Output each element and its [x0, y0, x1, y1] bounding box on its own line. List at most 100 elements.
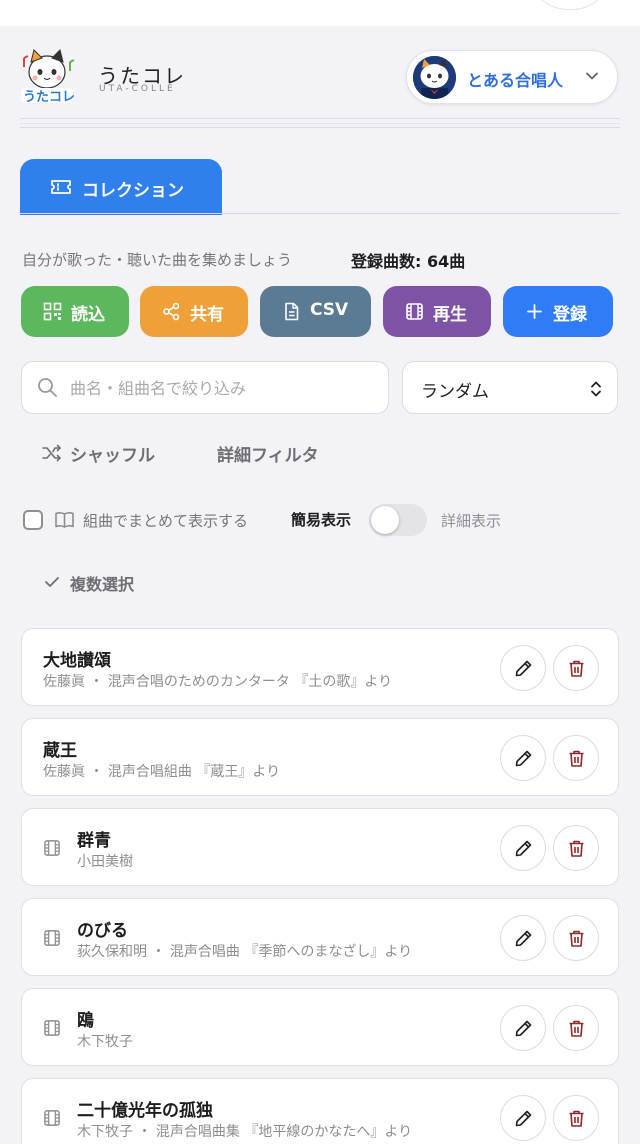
trash-icon — [569, 660, 584, 677]
cat-avatar-icon — [413, 56, 456, 99]
brand-subtitle: UTA-COLLE — [99, 84, 176, 94]
detail-view-label: 詳細表示 — [441, 512, 502, 530]
group-by-suite-label: 組曲でまとめて表示する — [83, 512, 249, 530]
add-button[interactable]: 登録 — [503, 286, 613, 337]
multi-select-button[interactable]: 複数選択 — [44, 571, 134, 595]
edit-button[interactable] — [500, 825, 546, 871]
pencil-icon — [515, 930, 532, 947]
delete-button[interactable] — [553, 825, 599, 871]
detail-filter-button[interactable]: 詳細フィルタ — [217, 441, 319, 466]
delete-button[interactable] — [553, 735, 599, 781]
pencil-icon — [515, 840, 532, 857]
share-icon — [163, 302, 180, 321]
delete-button[interactable] — [553, 1005, 599, 1051]
tab-collection[interactable]: コレクション — [20, 159, 222, 215]
csv-button[interactable]: CSV — [260, 286, 371, 337]
delete-button[interactable] — [553, 915, 599, 961]
header-divider — [20, 118, 620, 128]
shuffle-icon — [42, 444, 61, 462]
play-label: 再生 — [433, 305, 467, 325]
file-icon — [285, 302, 299, 321]
pencil-icon — [515, 750, 532, 767]
trash-icon — [569, 840, 584, 857]
share-button[interactable]: 共有 — [140, 286, 248, 337]
intro-text: 自分が歌った・聴いた曲を集めましょう — [22, 251, 293, 269]
pencil-icon — [515, 660, 532, 677]
book-icon — [55, 512, 74, 528]
search-box — [21, 361, 389, 414]
search-icon — [38, 378, 57, 397]
delete-button[interactable] — [553, 1095, 599, 1141]
simple-view-label: 簡易表示 — [291, 511, 352, 529]
csv-label: CSV — [310, 300, 349, 320]
updown-icon — [591, 381, 601, 397]
shuffle-button[interactable]: シャッフル — [42, 441, 155, 466]
user-name: とある合唱人 — [467, 71, 564, 90]
view-mode-toggle[interactable] — [369, 504, 427, 536]
song-subtitle: 佐藤眞 ・ 混声合唱のためのカンタータ 『土の歌』より — [43, 674, 393, 690]
chevron-down-icon — [586, 72, 598, 80]
top-strip — [0, 0, 640, 26]
song-card[interactable]: 鴎 木下牧子 — [21, 988, 619, 1066]
trash-icon — [569, 930, 584, 947]
delete-button[interactable] — [553, 645, 599, 691]
pencil-icon — [515, 1110, 532, 1127]
plus-icon — [527, 304, 542, 319]
edit-button[interactable] — [500, 645, 546, 691]
toggle-knob — [371, 506, 399, 534]
trash-icon — [569, 1110, 584, 1127]
song-title: 大地讃頌 — [43, 651, 111, 671]
sort-selected-value: ランダム — [421, 382, 489, 402]
shuffle-label: シャッフル — [70, 446, 155, 466]
sort-select[interactable]: ランダム — [402, 361, 618, 414]
top-bubble — [528, 0, 612, 10]
song-card[interactable]: 群青 小田美樹 — [21, 808, 619, 886]
song-card[interactable]: 蔵王 佐藤眞 ・ 混声合唱組曲 『蔵王』より — [21, 718, 619, 796]
edit-button[interactable] — [500, 915, 546, 961]
avatar — [413, 56, 456, 99]
multi-select-label: 複数選択 — [70, 575, 135, 594]
trash-icon — [569, 750, 584, 767]
search-input[interactable] — [70, 374, 370, 402]
song-title: 群青 — [77, 831, 111, 851]
logo-text: うたコレ — [23, 90, 75, 104]
edit-button[interactable] — [500, 1005, 546, 1051]
song-title: 鴎 — [77, 1011, 94, 1031]
trash-icon — [569, 1020, 584, 1037]
edit-button[interactable] — [500, 735, 546, 781]
check-icon — [45, 577, 59, 587]
read-button[interactable]: 読込 — [21, 286, 129, 337]
song-subtitle: 小田美樹 — [77, 854, 133, 870]
film-icon — [406, 303, 423, 320]
add-label: 登録 — [553, 305, 587, 325]
song-subtitle: 荻久保和明 ・ 混声合唱曲 『季節へのまなざし』より — [77, 944, 413, 960]
song-card[interactable]: 大地讃頌 佐藤眞 ・ 混声合唱のためのカンタータ 『土の歌』より — [21, 628, 619, 706]
song-subtitle: 木下牧子 ・ 混声合唱曲集 『地平線のかなたへ』より — [77, 1124, 413, 1140]
ticket-icon — [51, 180, 71, 194]
app-header: うたコレ うたコレ UTA-COLLE とある合唱人 — [0, 26, 640, 122]
tab-label: コレクション — [82, 181, 184, 201]
song-title: 二十億光年の孤独 — [77, 1101, 213, 1121]
song-subtitle: 佐藤眞 ・ 混声合唱組曲 『蔵王』より — [43, 764, 281, 780]
song-subtitle: 木下牧子 — [77, 1034, 133, 1050]
film-icon — [44, 930, 60, 946]
song-title: 蔵王 — [43, 741, 77, 761]
tab-divider — [20, 213, 620, 214]
share-label: 共有 — [190, 305, 224, 325]
qr-code-icon — [43, 302, 62, 321]
edit-button[interactable] — [500, 1095, 546, 1141]
song-title: のびる — [77, 921, 128, 941]
app-logo[interactable]: うたコレ — [18, 48, 76, 105]
song-card[interactable]: のびる 荻久保和明 ・ 混声合唱曲 『季節へのまなざし』より — [21, 898, 619, 976]
cat-logo-icon: うたコレ — [21, 49, 75, 105]
song-card[interactable]: 二十億光年の孤独 木下牧子 ・ 混声合唱曲集 『地平線のかなたへ』より — [21, 1078, 619, 1144]
read-label: 読込 — [71, 305, 105, 325]
film-icon — [44, 840, 60, 856]
play-button[interactable]: 再生 — [383, 286, 491, 337]
film-icon — [44, 1110, 60, 1126]
song-count: 登録曲数: 64曲 — [351, 252, 466, 271]
film-icon — [44, 1020, 60, 1036]
pencil-icon — [515, 1020, 532, 1037]
user-menu-button[interactable]: とある合唱人 — [406, 50, 618, 104]
group-by-suite-checkbox[interactable] — [23, 510, 43, 530]
